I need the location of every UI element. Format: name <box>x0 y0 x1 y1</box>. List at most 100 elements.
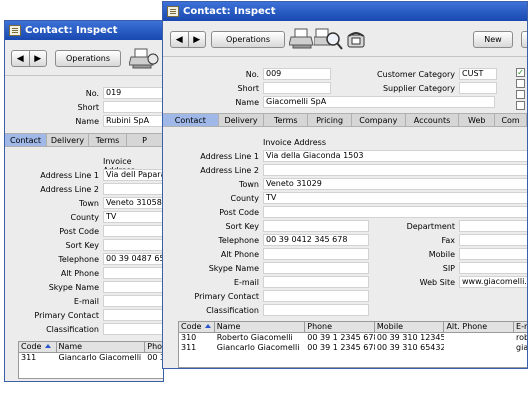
back-contacts-grid[interactable]: Code Name Phon 311 Giancarlo Giacomelli … <box>18 341 163 379</box>
cell-mobile: 00 39 310 123456 <box>376 333 445 342</box>
back-tab-terms[interactable]: Terms <box>89 134 127 146</box>
next-record-icon[interactable]: ▶ <box>30 51 47 66</box>
sip-field[interactable] <box>459 262 527 274</box>
back-tab-contact[interactable]: Contact <box>5 134 47 146</box>
grid-header: Code Name Phone Mobile Alt. Phone E-m <box>179 322 527 333</box>
classification-field[interactable] <box>263 304 369 316</box>
print-icon[interactable] <box>289 27 317 51</box>
telephone-icon[interactable] <box>347 31 365 48</box>
col-name[interactable]: Name <box>215 322 306 332</box>
back-window-title: Contact: Inspect <box>25 25 118 36</box>
back-field-value[interactable]: Via dell Paparazz <box>103 169 163 181</box>
tab-accounts[interactable]: Accounts <box>406 114 460 126</box>
col-mobile[interactable]: Mobile <box>375 322 445 332</box>
front-window-titlebar[interactable]: Contact: Inspect <box>163 2 527 21</box>
back-field-value[interactable]: 00 39 0487 654 <box>103 253 163 265</box>
front-window-title: Contact: Inspect <box>183 6 276 17</box>
short-field[interactable] <box>263 82 331 94</box>
new-button[interactable]: New <box>473 31 513 48</box>
back-operations-button[interactable]: Operations <box>55 50 121 67</box>
cell-alt-phone <box>444 333 514 343</box>
next-record-icon[interactable]: ▶ <box>189 32 206 47</box>
col-code[interactable]: Code <box>179 322 215 332</box>
back-no-field[interactable]: 019 <box>103 87 163 99</box>
back-field-value[interactable]: TV <box>103 211 163 223</box>
checkbox-4[interactable] <box>516 101 525 110</box>
previous-record-icon[interactable]: ◀ <box>171 32 189 47</box>
back-field-value[interactable] <box>103 309 163 321</box>
print-preview-icon[interactable] <box>314 27 344 51</box>
name-field[interactable]: Giacomelli SpA <box>263 96 495 108</box>
back-field-value[interactable] <box>103 239 163 251</box>
back-no-label: No. <box>85 89 99 98</box>
back-col-name[interactable]: Name <box>57 342 146 352</box>
sort-ascending-icon <box>45 344 52 348</box>
tab-delivery[interactable]: Delivery <box>219 114 265 126</box>
table-row[interactable]: 311 Giancarlo Giacomelli 00 39 1 2345 67… <box>179 343 527 353</box>
toolbar-overflow-button[interactable] <box>521 31 527 48</box>
table-row[interactable]: 311 Giancarlo Giacomelli 00 39 <box>19 353 163 363</box>
fax-field[interactable] <box>459 234 527 246</box>
mobile-field[interactable] <box>459 248 527 260</box>
telephone-field[interactable]: 00 39 0412 345 678 <box>263 234 369 246</box>
customer-checkbox[interactable]: ✓ <box>516 68 525 77</box>
skype-name-field[interactable] <box>263 262 369 274</box>
cell-alt-phone <box>444 343 514 353</box>
back-field-value[interactable] <box>103 183 163 195</box>
short-label: Short <box>237 84 259 93</box>
checkbox-3[interactable] <box>516 90 525 99</box>
post-code-field[interactable] <box>263 206 527 218</box>
supplier-checkbox[interactable] <box>516 79 525 88</box>
sip-label: SIP <box>442 264 455 273</box>
website-field[interactable]: www.giacomelli.it <box>459 276 527 288</box>
tab-pricing[interactable]: Pricing <box>308 114 352 126</box>
primary-contact-label: Primary Contact <box>194 292 259 301</box>
customer-category-field[interactable]: CUST <box>459 68 497 80</box>
back-field-value[interactable] <box>103 323 163 335</box>
back-tab-pricing[interactable]: P <box>127 134 163 146</box>
back-field-value[interactable] <box>103 295 163 307</box>
front-operations-button[interactable]: Operations <box>211 31 285 48</box>
previous-record-icon[interactable]: ◀ <box>12 51 30 66</box>
back-field-label: Skype Name <box>48 283 99 292</box>
name-label: Name <box>235 98 259 107</box>
address-line-1-field[interactable]: Via della Giaconda 1503 <box>263 150 527 162</box>
tab-contact[interactable]: Contact <box>163 114 219 126</box>
alt-phone-field[interactable] <box>263 248 369 260</box>
tab-terms[interactable]: Terms <box>264 114 309 126</box>
alt-phone-label: Alt Phone <box>220 250 259 259</box>
department-field[interactable] <box>459 220 527 232</box>
back-col-code[interactable]: Code <box>19 342 57 352</box>
front-window: Contact: Inspect ◀ ▶ Operations New No. … <box>162 1 528 369</box>
back-field-value[interactable] <box>103 267 163 279</box>
tab-comments[interactable]: Com <box>495 114 527 126</box>
primary-contact-field[interactable] <box>263 290 369 302</box>
back-tab-delivery[interactable]: Delivery <box>47 134 89 146</box>
col-alt-phone[interactable]: Alt. Phone <box>444 322 515 332</box>
sort-key-field[interactable] <box>263 220 369 232</box>
back-field-label: E-mail <box>73 297 99 306</box>
back-short-field[interactable] <box>103 101 163 113</box>
back-field-value[interactable] <box>103 281 163 293</box>
back-field-value[interactable]: Veneto 31058 <box>103 197 163 209</box>
print-icon[interactable] <box>129 47 159 71</box>
email-field[interactable] <box>263 276 369 288</box>
back-field-value[interactable] <box>103 225 163 237</box>
no-field[interactable]: 009 <box>263 68 331 80</box>
table-row[interactable]: 310 Roberto Giacomelli 00 39 1 2345 6789… <box>179 333 527 343</box>
county-field[interactable]: TV <box>263 192 527 204</box>
back-short-label: Short <box>77 103 99 112</box>
contacts-grid[interactable]: Code Name Phone Mobile Alt. Phone E-m 31… <box>178 321 527 368</box>
col-email[interactable]: E-m <box>514 322 527 332</box>
tab-company[interactable]: Company <box>352 114 406 126</box>
col-phone[interactable]: Phone <box>305 322 375 332</box>
customer-category-label: Customer Category <box>377 70 455 79</box>
address-line-2-field[interactable] <box>263 164 527 176</box>
town-field[interactable]: Veneto 31029 <box>263 178 527 190</box>
back-name-field[interactable]: Rubini SpA <box>103 115 163 127</box>
supplier-category-field[interactable] <box>459 82 497 94</box>
back-cell-code: 311 <box>21 353 37 362</box>
tab-web[interactable]: Web <box>459 114 496 126</box>
front-toolbar: ◀ ▶ Operations New <box>163 21 527 57</box>
back-window-titlebar[interactable]: Contact: Inspect <box>5 21 163 40</box>
